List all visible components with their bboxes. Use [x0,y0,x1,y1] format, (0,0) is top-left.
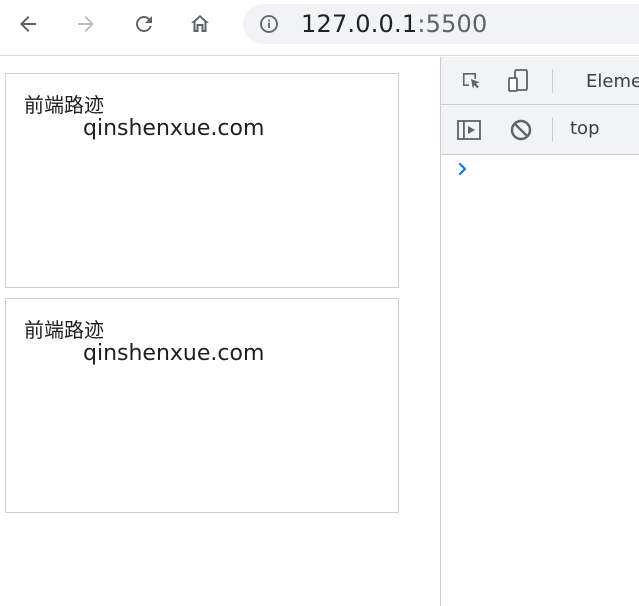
browser-toolbar: 127.0.0.1:5500 [0,0,639,56]
address-bar[interactable]: 127.0.0.1:5500 [243,4,639,44]
reload-button[interactable] [128,8,160,40]
page-viewport: 前端路迹 qinshenxue.com 前端路迹 qinshenxue.com [0,57,440,606]
url-host: 127.0.0.1 [301,10,418,38]
clear-console-button[interactable] [507,116,535,144]
home-icon [191,15,209,32]
arrow-left-icon [20,16,36,32]
box-title: 前端路迹 [24,318,104,342]
home-button[interactable] [184,8,216,40]
devtools-tabbar: Eleme [441,57,639,105]
tab-elements[interactable]: Eleme [586,71,639,93]
box-subtitle: qinshenxue.com [83,341,265,366]
back-button[interactable] [12,8,44,40]
show-sidebar-button[interactable] [455,116,483,144]
arrow-right-icon [78,16,94,32]
reload-icon [136,15,152,32]
box-title: 前端路迹 [24,93,104,117]
devtools-panel: Eleme top [441,57,639,606]
block-icon [510,119,532,141]
context-selector[interactable]: top [570,118,600,140]
chevron-right-icon[interactable] [455,161,471,177]
url-port: :5500 [417,10,488,38]
toolbar-separator [552,69,553,93]
info-icon[interactable] [259,14,279,34]
console-toolbar: top [441,105,639,155]
toolbar-separator [552,118,553,142]
url-text[interactable]: 127.0.0.1:5500 [301,9,487,39]
device-toolbar-button[interactable] [504,67,532,95]
content-box: 前端路迹 qinshenxue.com [5,298,399,513]
device-mobile-icon [508,69,528,92]
sidebar-play-icon [457,120,481,140]
inspect-cursor-icon [463,73,480,89]
inspect-element-button[interactable] [457,67,485,95]
content-box: 前端路迹 qinshenxue.com [5,73,399,288]
forward-button[interactable] [70,8,102,40]
box-subtitle: qinshenxue.com [83,116,265,141]
